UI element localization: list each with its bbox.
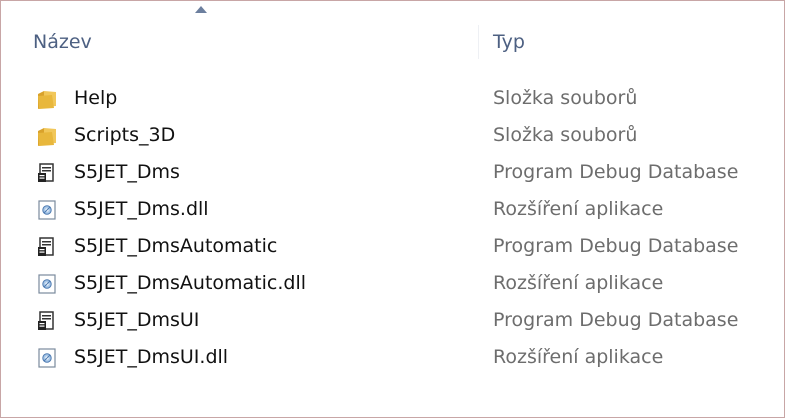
- file-name: S5JET_DmsAutomatic.dll: [74, 272, 306, 294]
- file-name: Help: [74, 87, 118, 109]
- folder-icon: [38, 91, 56, 109]
- column-header-type[interactable]: Typ: [493, 25, 525, 59]
- file-row-s5jet-dmsui-dll[interactable]: S5JET_DmsUI.dll Rozšíření aplikace: [1, 339, 784, 376]
- file-name: Scripts_3D: [74, 124, 176, 146]
- file-name: S5JET_Dms.dll: [74, 198, 209, 220]
- dll-file-icon: [38, 274, 56, 294]
- file-type: Složka souborů: [493, 87, 638, 109]
- dll-file-icon: [38, 348, 56, 368]
- column-header-name[interactable]: Název: [33, 25, 92, 59]
- file-row-s5jet-dms-dll[interactable]: S5JET_Dms.dll Rozšíření aplikace: [1, 191, 784, 228]
- file-name: S5JET_DmsUI.dll: [74, 346, 229, 368]
- file-type: Rozšíření aplikace: [493, 198, 664, 220]
- file-name: S5JET_DmsAutomatic: [74, 235, 278, 257]
- folder-icon: [38, 128, 56, 146]
- pdb-file-icon: [38, 311, 54, 330]
- file-name: S5JET_Dms: [74, 161, 180, 183]
- file-row-scripts-3d[interactable]: Scripts_3D Složka souborů: [1, 117, 784, 154]
- file-type: Program Debug Database: [493, 161, 739, 183]
- column-divider[interactable]: [478, 25, 479, 59]
- file-name: S5JET_DmsUI: [74, 309, 200, 331]
- file-type: Program Debug Database: [493, 235, 739, 257]
- pdb-file-icon: [38, 163, 54, 182]
- column-header-bar: Název Typ: [1, 1, 784, 83]
- file-type: Rozšíření aplikace: [493, 272, 664, 294]
- file-type: Rozšíření aplikace: [493, 346, 664, 368]
- file-row-s5jet-dmsui[interactable]: S5JET_DmsUI Program Debug Database: [1, 302, 784, 339]
- file-rows: Help Složka souborů Scripts_3D Složka so…: [1, 80, 784, 376]
- file-list-view: Název Typ Help Složka souborů Scripts_3D…: [0, 0, 785, 418]
- file-row-s5jet-dms[interactable]: S5JET_Dms Program Debug Database: [1, 154, 784, 191]
- sort-ascending-icon[interactable]: [194, 5, 208, 14]
- file-row-s5jet-dmsautomatic-dll[interactable]: S5JET_DmsAutomatic.dll Rozšíření aplikac…: [1, 265, 784, 302]
- file-type: Program Debug Database: [493, 309, 739, 331]
- dll-file-icon: [38, 200, 56, 220]
- file-type: Složka souborů: [493, 124, 638, 146]
- file-row-s5jet-dmsautomatic[interactable]: S5JET_DmsAutomatic Program Debug Databas…: [1, 228, 784, 265]
- pdb-file-icon: [38, 237, 54, 256]
- file-row-help[interactable]: Help Složka souborů: [1, 80, 784, 117]
